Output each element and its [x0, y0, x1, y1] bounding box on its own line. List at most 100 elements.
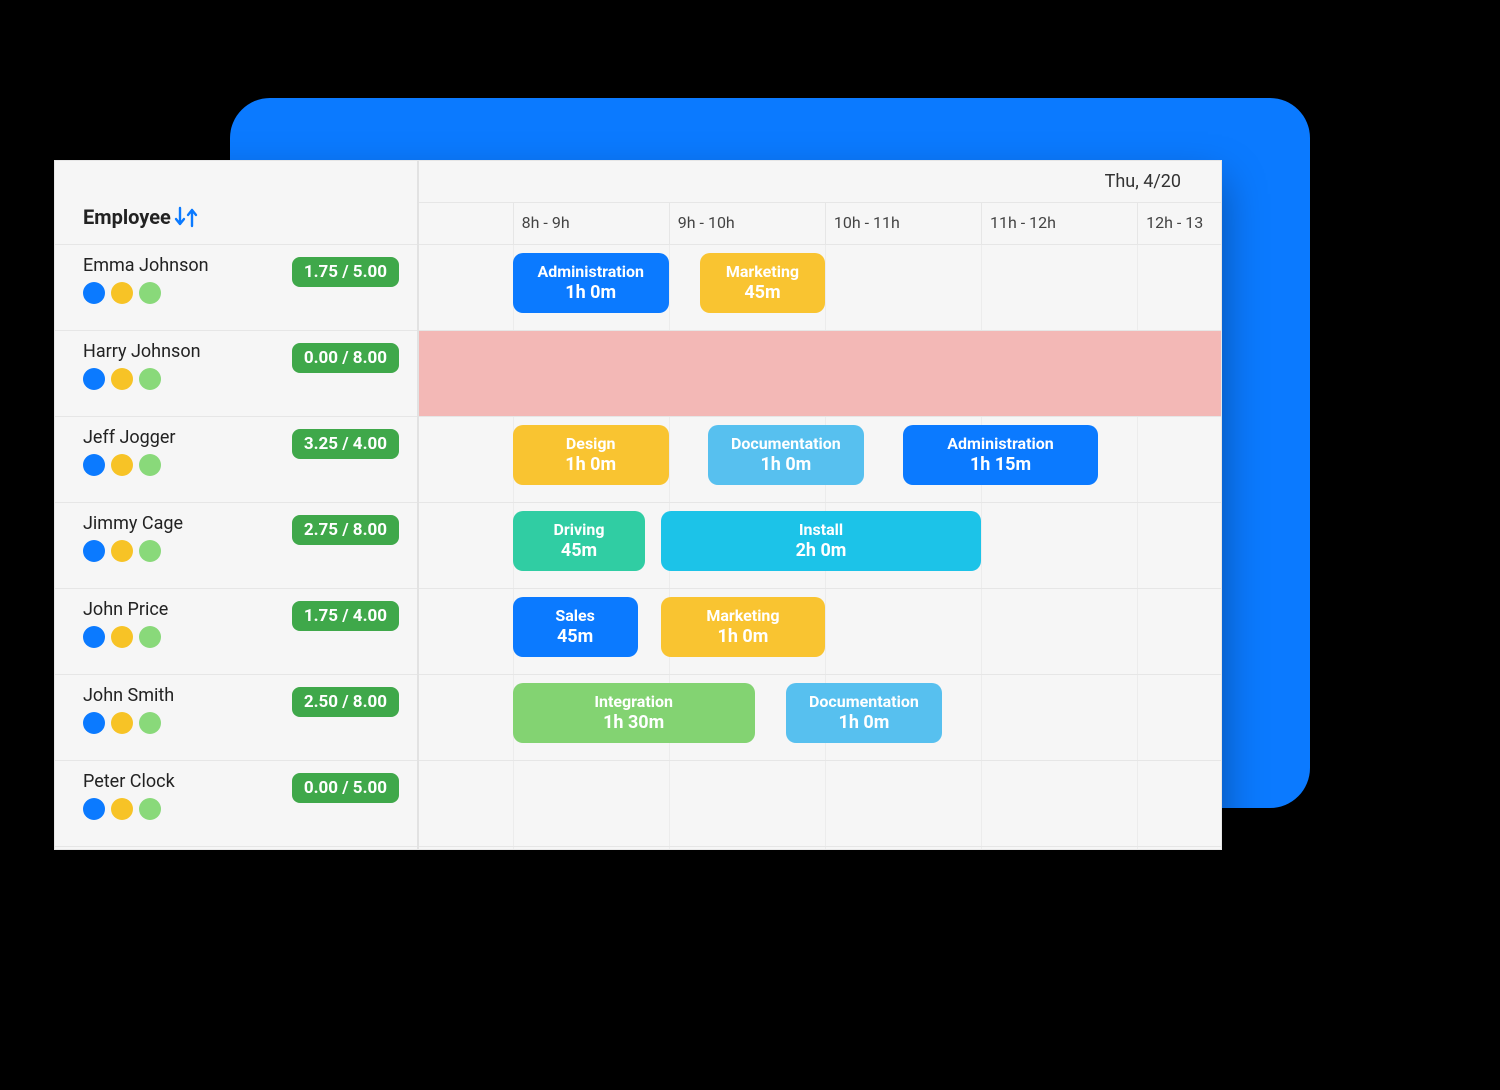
dot-green-icon [139, 712, 161, 734]
dot-blue-icon [83, 798, 105, 820]
employee-name: Jeff Jogger [83, 427, 176, 448]
employee-name: Jimmy Cage [83, 513, 183, 534]
timeline-row[interactable]: Administration 1h 0m Marketing 45m [419, 245, 1221, 331]
employee-column-header[interactable]: Employee [55, 161, 417, 245]
task-duration: 1h 30m [521, 713, 747, 733]
timeline: Thu, 4/20 8h - 9h9h - 10h10h - 11h11h - … [419, 161, 1221, 849]
employee-row[interactable]: Harry Johnson0.00 / 8.00 [55, 331, 417, 417]
sort-icon[interactable] [173, 206, 201, 228]
dot-yellow-icon [111, 282, 133, 304]
task-title: Sales [521, 607, 630, 625]
task-duration: 45m [708, 283, 817, 303]
task-title: Marketing [669, 607, 817, 625]
hour-header[interactable]: 9h - 10h [669, 203, 825, 245]
status-dots [83, 540, 183, 562]
employee-name: John Price [83, 599, 168, 620]
task-block[interactable]: Administration 1h 0m [513, 253, 669, 313]
dot-blue-icon [83, 368, 105, 390]
employee-row[interactable]: John Smith 2.50 / 8.00 [55, 675, 417, 761]
dot-blue-icon [83, 626, 105, 648]
task-title: Documentation [716, 435, 856, 453]
task-title: Install [669, 521, 973, 539]
task-block[interactable]: Integration 1h 30m [513, 683, 755, 743]
task-block[interactable]: Driving 45m [513, 511, 646, 571]
task-block[interactable]: Marketing 45m [700, 253, 825, 313]
employee-name: Harry Johnson [83, 341, 201, 362]
hours-badge: 3.25 / 4.00 [292, 429, 399, 459]
task-duration: 2h 0m [669, 541, 973, 561]
timeline-hours-row: 8h - 9h9h - 10h10h - 11h11h - 12h12h - 1… [419, 203, 1221, 245]
status-dots [83, 282, 209, 304]
hour-header[interactable]: 12h - 13 [1137, 203, 1222, 245]
task-duration: 45m [521, 627, 630, 647]
task-duration: 1h 15m [911, 455, 1090, 475]
task-block[interactable]: Marketing 1h 0m [661, 597, 825, 657]
employee-name: Peter Clock [83, 771, 175, 792]
task-duration: 1h 0m [716, 455, 856, 475]
dot-blue-icon [83, 282, 105, 304]
timeline-row[interactable]: Integration 1h 30m Documentation 1h 0m [419, 675, 1221, 761]
status-dots [83, 454, 176, 476]
scheduler-panel: Employee Emma Johnson 1.75 / 5.00 Harry Jo… [54, 160, 1222, 850]
dot-yellow-icon [111, 454, 133, 476]
task-duration: 1h 0m [521, 455, 661, 475]
dot-yellow-icon [111, 368, 133, 390]
status-dots [83, 368, 201, 390]
employee-row[interactable]: Jimmy Cage 2.75 / 8.00 [55, 503, 417, 589]
hour-header[interactable]: 10h - 11h [825, 203, 981, 245]
employee-name: Emma Johnson [83, 255, 209, 276]
dot-yellow-icon [111, 798, 133, 820]
task-block[interactable]: Documentation 1h 0m [708, 425, 864, 485]
timeline-date: Thu, 4/20 [419, 161, 1221, 203]
task-title: Driving [521, 521, 638, 539]
task-title: Integration [521, 693, 747, 711]
task-block[interactable]: Documentation 1h 0m [786, 683, 942, 743]
dot-blue-icon [83, 454, 105, 476]
task-block[interactable]: Design 1h 0m [513, 425, 669, 485]
dot-green-icon [139, 626, 161, 648]
dot-green-icon [139, 454, 161, 476]
status-dots [83, 712, 174, 734]
status-dots [83, 626, 168, 648]
employee-row[interactable]: Emma Johnson 1.75 / 5.00 [55, 245, 417, 331]
dot-blue-icon [83, 540, 105, 562]
timeline-row[interactable] [419, 761, 1221, 847]
dot-green-icon [139, 368, 161, 390]
timeline-row[interactable]: Design 1h 0m Documentation 1h 0m Administrat… [419, 417, 1221, 503]
task-title: Documentation [794, 693, 934, 711]
timeline-row[interactable]: Driving 45m Install 2h 0m [419, 503, 1221, 589]
task-duration: 1h 0m [794, 713, 934, 733]
hours-badge: 2.50 / 8.00 [292, 687, 399, 717]
task-duration: 1h 0m [669, 627, 817, 647]
employee-row[interactable]: John Price 1.75 / 4.00 [55, 589, 417, 675]
hours-badge: 0.00 / 5.00 [292, 773, 399, 803]
employee-row[interactable]: Peter Clock 0.00 / 5.00 [55, 761, 417, 847]
hours-badge: 2.75 / 8.00 [292, 515, 399, 545]
task-block[interactable]: Administration 1h 15m [903, 425, 1098, 485]
hours-badge: 1.75 / 4.00 [292, 601, 399, 631]
employee-sidebar: Employee Emma Johnson 1.75 / 5.00 Harry Jo… [55, 161, 419, 849]
task-title: Design [521, 435, 661, 453]
dot-green-icon [139, 798, 161, 820]
employee-name: John Smith [83, 685, 174, 706]
task-block[interactable]: Sales 45m [513, 597, 638, 657]
task-block[interactable]: Install 2h 0m [661, 511, 981, 571]
employee-row[interactable]: Jeff Jogger 3.25 / 4.00 [55, 417, 417, 503]
timeline-body[interactable]: Administration 1h 0m Marketing 45m Design 1h … [419, 245, 1221, 849]
dot-yellow-icon [111, 626, 133, 648]
dot-blue-icon [83, 712, 105, 734]
task-title: Marketing [708, 263, 817, 281]
hour-header[interactable]: 8h - 9h [513, 203, 669, 245]
task-duration: 1h 0m [521, 283, 661, 303]
task-duration: 45m [521, 541, 638, 561]
timeline-row[interactable]: Sales 45m Marketing 1h 0m [419, 589, 1221, 675]
hour-header[interactable]: 11h - 12h [981, 203, 1137, 245]
hours-badge: 1.75 / 5.00 [292, 257, 399, 287]
dot-green-icon [139, 282, 161, 304]
task-title: Administration [521, 263, 661, 281]
employee-header-label: Employee [83, 205, 171, 229]
dot-green-icon [139, 540, 161, 562]
task-title: Administration [911, 435, 1090, 453]
timeline-row[interactable] [419, 331, 1221, 417]
status-dots [83, 798, 175, 820]
